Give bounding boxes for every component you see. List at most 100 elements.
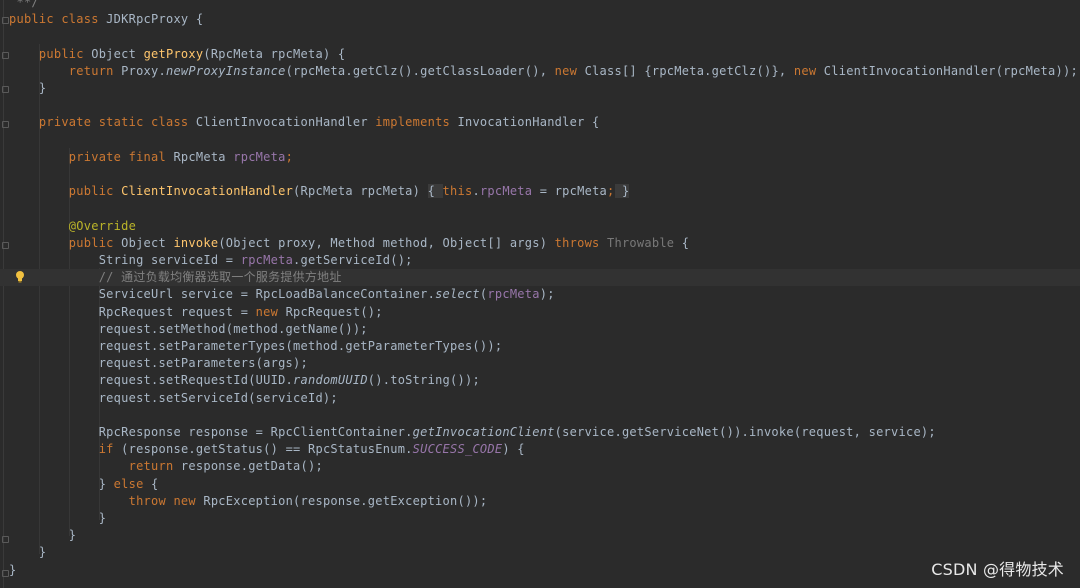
code-line: request.setRequestId(UUID.randomUUID().t… xyxy=(9,372,480,389)
code-token: ServiceUrl service = RpcLoadBalanceConta… xyxy=(9,287,436,302)
code-line: request.setMethod(method.getName()); xyxy=(9,321,368,338)
code-token: public xyxy=(68,184,122,199)
code-token: } xyxy=(9,562,17,577)
code-line: public ClientInvocationHandler(RpcMeta r… xyxy=(9,183,630,200)
code-line: } xyxy=(9,527,76,544)
code-token: RpcException(response.getException()); xyxy=(203,493,488,508)
code-line: request.setParameterTypes(method.getPara… xyxy=(9,338,502,355)
code-token: } xyxy=(9,511,107,525)
code-line: @Override xyxy=(9,218,136,235)
code-token: public xyxy=(68,235,122,250)
code-token: throw new xyxy=(128,493,204,508)
code-line: private final RpcMeta rpcMeta; xyxy=(9,149,293,166)
code-line: public class JDKRpcProxy { xyxy=(9,11,203,28)
code-token: (RpcMeta rpcMeta) { xyxy=(203,46,346,61)
code-line: ServiceUrl service = RpcLoadBalanceConta… xyxy=(9,286,555,303)
code-line: request.setParameters(args); xyxy=(9,355,308,372)
watermark: CSDN @得物技术 xyxy=(931,560,1064,579)
code-token: rpcMeta xyxy=(233,149,286,164)
code-token: RpcResponse response = RpcClientContaine… xyxy=(9,425,413,439)
code-token: (RpcMeta rpcMeta) xyxy=(293,184,428,199)
code-token: getProxy xyxy=(143,46,204,61)
code-token: Object xyxy=(121,235,174,250)
code-line: request.setServiceId(serviceId); xyxy=(9,390,338,407)
code-token: new xyxy=(554,63,585,78)
lightbulb-icon[interactable] xyxy=(15,270,25,283)
code-token: private static class xyxy=(38,115,196,130)
code-line: return Proxy.newProxyInstance(rpcMeta.ge… xyxy=(9,63,1078,80)
code-line: String serviceId = rpcMeta.getServiceId(… xyxy=(9,252,413,269)
code-token: invoke xyxy=(173,235,219,250)
code-line: **/ xyxy=(9,0,39,11)
code-token: new xyxy=(793,63,824,78)
code-token: **/ xyxy=(9,0,39,9)
code-line: private static class ClientInvocationHan… xyxy=(9,114,600,131)
code-token: InvocationHandler { xyxy=(457,115,600,130)
code-line: } xyxy=(9,80,46,97)
code-token: JDKRpcProxy { xyxy=(106,12,204,27)
fold-marker[interactable] xyxy=(2,86,9,93)
code-token: // 通过负载均衡器选取一个服务提供方地址 xyxy=(98,270,342,285)
code-token: (Object proxy, Method method, Object[] a… xyxy=(218,235,555,250)
code-token: getInvocationClient xyxy=(412,425,555,439)
code-token: request.setRequestId(UUID. xyxy=(9,373,294,388)
code-token: . xyxy=(472,184,480,199)
code-token: ClientInvocationHandler xyxy=(121,184,294,199)
code-token: RpcRequest request = xyxy=(9,304,256,319)
code-token: newProxyInstance xyxy=(165,63,286,78)
code-token: Throwable xyxy=(607,235,675,250)
code-token: select xyxy=(435,287,480,302)
fold-marker[interactable] xyxy=(2,52,9,59)
code-editor[interactable]: **/ public class JDKRpcProxy { public Obj… xyxy=(0,0,1080,588)
fold-marker[interactable] xyxy=(2,570,9,577)
fold-marker[interactable] xyxy=(2,242,9,249)
code-token: .getServiceId(); xyxy=(293,253,413,267)
code-token: if xyxy=(98,442,122,457)
code-token: this xyxy=(442,184,473,199)
code-line: RpcRequest request = new RpcRequest(); xyxy=(9,304,383,321)
code-token: request.setParameterTypes(method.getPara… xyxy=(9,339,503,353)
code-token: rpcMeta xyxy=(487,287,540,302)
code-token: (rpcMeta.getClz().getClassLoader(), xyxy=(285,63,555,78)
code-token: ; xyxy=(285,149,294,164)
code-token: public class xyxy=(9,12,107,27)
code-token: private final xyxy=(68,149,174,164)
code-line: } xyxy=(9,510,106,527)
code-line: return response.getData(); xyxy=(9,458,323,475)
code-token: throws xyxy=(554,235,607,250)
code-token: response.getData(); xyxy=(180,459,323,474)
fold-marker[interactable] xyxy=(2,536,9,543)
code-token: } xyxy=(9,545,47,560)
code-token: Class[] {rpcMeta.getClz()}, xyxy=(584,63,794,78)
fold-marker[interactable] xyxy=(2,17,9,24)
code-token: RpcRequest(); xyxy=(285,304,383,319)
code-line: // 通过负载均衡器选取一个服务提供方地址 xyxy=(0,269,1080,287)
code-token: implements xyxy=(375,115,458,130)
code-token: ClientInvocationHandler(rpcMeta)); xyxy=(823,63,1078,78)
code-line: public Object getProxy(RpcMeta rpcMeta) … xyxy=(9,46,345,63)
code-token: } xyxy=(9,476,114,491)
code-token: ClientInvocationHandler xyxy=(195,115,376,130)
code-token: { xyxy=(427,184,443,199)
code-token: = rpcMeta xyxy=(532,184,608,199)
fold-marker[interactable] xyxy=(2,121,9,128)
code-token: ); xyxy=(539,287,555,302)
code-token: Object xyxy=(91,46,144,61)
code-token: (service.getServiceNet()).invoke(request… xyxy=(554,425,936,439)
code-token: ; xyxy=(607,184,615,199)
code-token: else xyxy=(113,476,152,491)
code-token: @Override xyxy=(68,218,137,233)
code-token: rpcMeta xyxy=(240,253,294,267)
code-token: SUCCESS_CODE xyxy=(412,442,503,457)
code-token: { xyxy=(674,235,690,250)
code-line: throw new RpcException(response.getExcep… xyxy=(9,493,488,510)
